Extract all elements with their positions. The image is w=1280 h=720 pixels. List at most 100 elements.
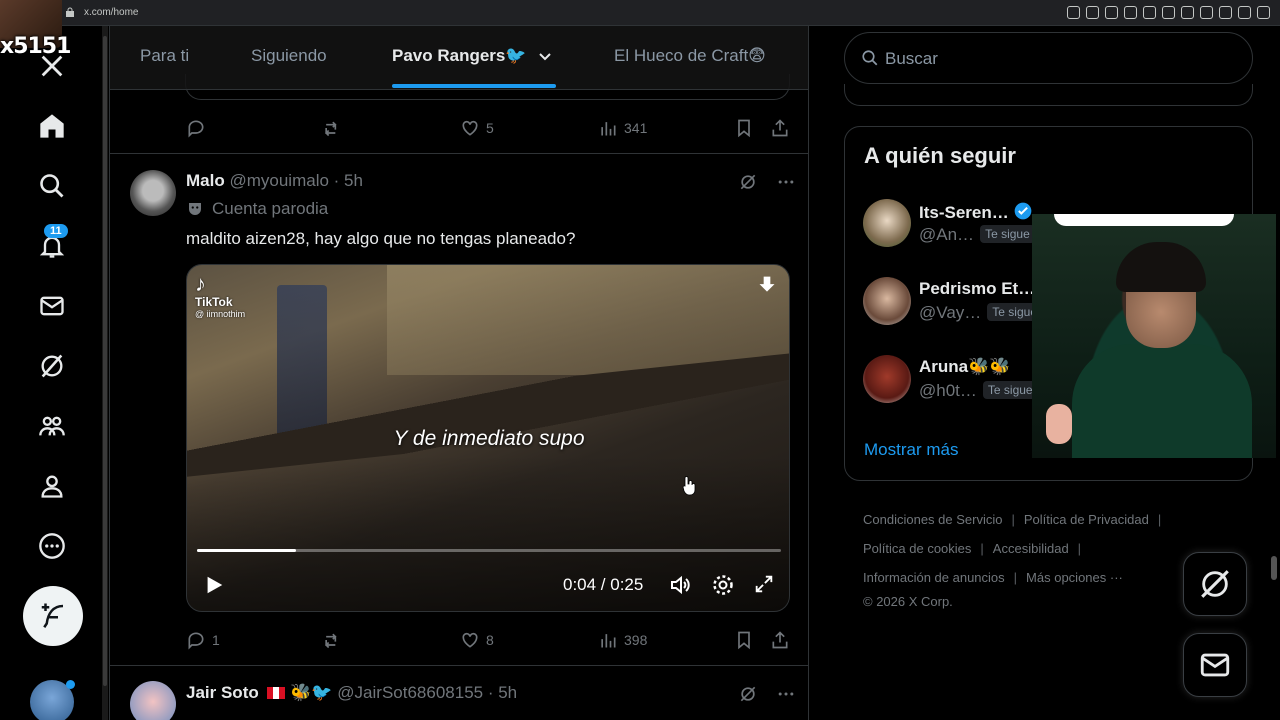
pin-icon[interactable] bbox=[1086, 6, 1099, 19]
download-ext-icon[interactable] bbox=[1219, 6, 1232, 19]
video-progress-bar[interactable] bbox=[197, 549, 781, 552]
profile-ext-icon[interactable] bbox=[1200, 6, 1213, 19]
avatar[interactable] bbox=[863, 355, 911, 403]
tweet-author-emojis: 🐝🐦 bbox=[290, 683, 333, 702]
video-time: 0:04 / 0:25 bbox=[563, 575, 644, 594]
reply-button[interactable] bbox=[186, 118, 212, 138]
footer-link[interactable]: Política de cookies bbox=[863, 541, 971, 556]
retweet-button[interactable] bbox=[322, 118, 342, 138]
settings-gear-icon[interactable] bbox=[711, 573, 735, 597]
share-button[interactable] bbox=[770, 630, 790, 650]
tab-pavo-rangers[interactable]: Pavo Rangers🐦 bbox=[392, 46, 527, 66]
like-button[interactable]: 5 bbox=[460, 118, 494, 138]
fullscreen-icon[interactable] bbox=[753, 573, 775, 595]
suggestion-handle: @Vay… Te sigue bbox=[919, 303, 1042, 323]
bookmark-icon bbox=[738, 119, 750, 138]
messages-mail-icon[interactable] bbox=[36, 290, 68, 322]
feed-scrollbar[interactable] bbox=[102, 26, 108, 720]
suggestion-name[interactable]: Pedrismo Et… bbox=[919, 279, 1035, 299]
volume-icon[interactable] bbox=[669, 573, 693, 597]
more-horizontal-icon[interactable] bbox=[776, 172, 796, 192]
copyright: © 2026 X Corp. bbox=[863, 594, 953, 609]
tab-el-hueco-de-craft[interactable]: El Hueco de Craft😨 bbox=[614, 46, 766, 66]
download-icon[interactable] bbox=[757, 275, 777, 295]
active-tab-indicator bbox=[392, 84, 556, 88]
previous-sidebar-box bbox=[844, 84, 1253, 106]
views-button[interactable]: 341 bbox=[598, 118, 647, 138]
footer-link[interactable]: Condiciones de Servicio bbox=[863, 512, 1002, 527]
heart-ext-icon[interactable] bbox=[1162, 6, 1175, 19]
menu-icon[interactable] bbox=[1257, 6, 1270, 19]
tweet-actions: 1 8 398 bbox=[186, 630, 790, 654]
communities-icon[interactable] bbox=[36, 410, 68, 442]
retweet-icon bbox=[324, 121, 337, 137]
grok-floating-button[interactable] bbox=[1183, 552, 1247, 616]
grok-icon[interactable] bbox=[36, 350, 68, 382]
play-icon[interactable] bbox=[203, 574, 225, 596]
search-input[interactable]: Buscar bbox=[844, 32, 1253, 84]
avatar[interactable] bbox=[863, 277, 911, 325]
share-button[interactable] bbox=[770, 118, 790, 138]
more-options-icon[interactable] bbox=[36, 530, 68, 562]
like-button[interactable]: 8 bbox=[460, 630, 494, 650]
footer-link[interactable]: Información de anuncios bbox=[863, 570, 1005, 585]
bookmark-button[interactable] bbox=[734, 630, 754, 650]
heart-icon bbox=[462, 632, 478, 648]
bookmark-icon[interactable] bbox=[1105, 6, 1118, 19]
mouse-cursor-icon bbox=[682, 476, 696, 496]
shield-icon[interactable] bbox=[1124, 6, 1137, 19]
parody-label-text: Cuenta parodia bbox=[212, 199, 329, 218]
compose-post-button[interactable] bbox=[23, 586, 83, 646]
views-button[interactable]: 398 bbox=[598, 630, 647, 650]
video-caption: Y de inmediato supo bbox=[393, 427, 585, 450]
puzzle-icon[interactable] bbox=[1181, 6, 1194, 19]
footer-link[interactable]: Política de Privacidad bbox=[1024, 512, 1149, 527]
video-player[interactable]: ♪ TikTok @ iimnothim Y de inmediato supo… bbox=[186, 264, 790, 612]
tiktok-handle: @ iimnothim bbox=[195, 309, 246, 319]
bookmark-button[interactable] bbox=[734, 118, 754, 138]
x-logo-icon[interactable] bbox=[36, 50, 68, 82]
webcam-person-hair bbox=[1116, 242, 1206, 292]
zoom-icon[interactable] bbox=[1067, 6, 1080, 19]
tweet-author-name[interactable]: Malo bbox=[186, 171, 225, 190]
tweet-author-handle[interactable]: @myouimalo · 5h bbox=[229, 171, 362, 190]
tab-para-ti[interactable]: Para ti bbox=[140, 46, 189, 66]
footer-link[interactable]: Accesibilidad bbox=[993, 541, 1069, 556]
play-ext-icon[interactable] bbox=[1143, 6, 1156, 19]
home-icon[interactable] bbox=[36, 110, 68, 142]
mail-icon bbox=[1200, 653, 1230, 677]
more-horizontal-icon[interactable] bbox=[776, 684, 796, 704]
ai-ext-icon[interactable] bbox=[1238, 6, 1251, 19]
tweet-author-avatar[interactable] bbox=[130, 681, 176, 720]
views-chart-icon bbox=[601, 122, 616, 136]
avatar[interactable] bbox=[863, 199, 911, 247]
footer-more-options[interactable]: Más opciones ··· bbox=[1026, 570, 1123, 585]
grok-explain-icon[interactable] bbox=[738, 684, 758, 704]
tweet-author-handle[interactable]: @JairSot68608155 · 5h bbox=[337, 683, 517, 702]
tweet-text: maldito aizen28, hay algo que no tengas … bbox=[186, 229, 576, 248]
share-icon bbox=[772, 631, 788, 649]
show-more-link[interactable]: Mostrar más bbox=[864, 440, 958, 460]
search-icon bbox=[862, 50, 878, 66]
page-scrollbar-thumb[interactable] bbox=[1271, 556, 1277, 580]
suggestion-name[interactable]: Aruna🐝🐝 bbox=[919, 357, 1010, 377]
tweet-author-name[interactable]: Jair Soto bbox=[186, 683, 259, 702]
reply-button[interactable]: 1 bbox=[186, 630, 220, 650]
video-frame-wall bbox=[387, 265, 789, 375]
chevron-down-icon[interactable] bbox=[538, 50, 552, 64]
profile-icon[interactable] bbox=[36, 470, 68, 502]
suggestion-handle: @An… Te sigue bbox=[919, 225, 1035, 245]
tweet-author-avatar[interactable] bbox=[130, 170, 176, 216]
follows-you-badge: Te sigue bbox=[982, 381, 1038, 399]
retweet-icon bbox=[324, 633, 337, 649]
heart-icon bbox=[462, 120, 478, 136]
webcam-person-body bbox=[1072, 344, 1252, 458]
parody-label: Cuenta parodia bbox=[186, 199, 328, 219]
retweet-button[interactable] bbox=[322, 630, 342, 650]
messages-floating-button[interactable] bbox=[1183, 633, 1247, 697]
grok-explain-icon[interactable] bbox=[738, 172, 758, 192]
url-bar[interactable]: x.com/home bbox=[84, 7, 138, 18]
suggestion-name[interactable]: Its-Seren… bbox=[919, 201, 1033, 223]
explore-search-icon[interactable] bbox=[36, 170, 68, 202]
tab-siguiendo[interactable]: Siguiendo bbox=[251, 46, 327, 66]
